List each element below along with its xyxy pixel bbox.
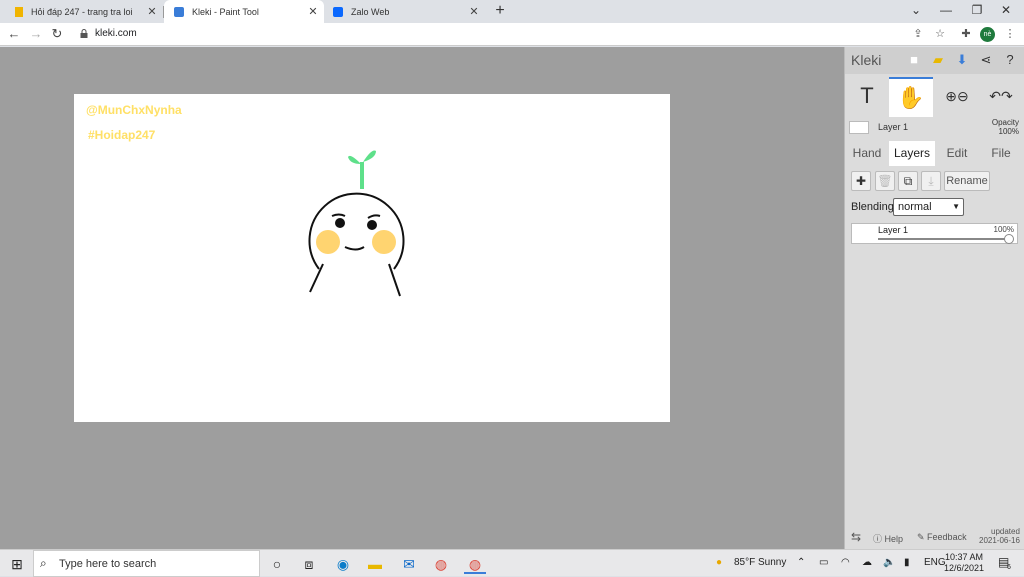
tray-chevron-icon[interactable]: ⌃: [797, 557, 805, 568]
tab-title: Zalo Web: [351, 6, 390, 17]
taskbar-search[interactable]: ⌕ Type here to search: [33, 550, 260, 577]
blending-label: Blending: [851, 201, 894, 213]
canvas-text-username: @MunChxNynha: [86, 103, 182, 117]
tab-hoidap[interactable]: Hỏi đáp 247 - trang tra loi ✕: [0, 0, 164, 23]
tab-title: Hỏi đáp 247 - trang tra loi: [31, 6, 133, 17]
bookmark-star-icon[interactable]: ☆: [932, 27, 948, 40]
file-explorer-icon[interactable]: ▬: [364, 554, 386, 574]
kleki-logo: Kleki: [851, 52, 882, 68]
clock[interactable]: 10:37 AM 12/6/2021: [944, 552, 984, 574]
network-icon[interactable]: ▭: [819, 557, 828, 568]
search-placeholder: Type here to search: [59, 558, 157, 570]
menu-icon[interactable]: ⋮: [1002, 27, 1018, 40]
undo-redo-icon[interactable]: ↶↷: [981, 77, 1021, 117]
extensions-icon[interactable]: ✚: [958, 27, 974, 40]
tool-row: T ✋ ⊕⊖ ↶↷: [845, 77, 1024, 117]
windows-start-icon[interactable]: ⊞: [6, 554, 28, 574]
lock-icon: [80, 29, 88, 38]
current-layer-name: Layer 1: [878, 122, 909, 132]
delete-layer-icon[interactable]: 🗑: [875, 171, 895, 191]
language-indicator[interactable]: ENG: [924, 557, 946, 568]
back-icon[interactable]: ←: [6, 26, 22, 41]
profile-avatar[interactable]: nè: [980, 27, 995, 42]
current-layer-row: Layer 1 Opacity 100%: [845, 118, 1024, 140]
layer-thumbnail: [849, 121, 869, 134]
canvas-text-hashtag: #Hoidap247: [88, 128, 156, 142]
share-icon[interactable]: ⋖: [979, 52, 993, 68]
canvas-workspace[interactable]: @MunChxNynha #Hoidap247: [0, 47, 844, 549]
feedback-button[interactable]: ✎ Feedback: [917, 532, 967, 543]
tab-layers[interactable]: Layers: [889, 141, 935, 166]
tab-edit[interactable]: Edit: [935, 141, 979, 166]
wifi-icon[interactable]: ◠: [841, 557, 850, 568]
tab-title: Kleki - Paint Tool: [192, 6, 259, 17]
url-field[interactable]: kleki.com: [95, 28, 137, 39]
minimize-icon[interactable]: —: [936, 3, 956, 17]
tab-zalo[interactable]: Zalo Web ✕: [325, 0, 485, 23]
volume-icon[interactable]: 🔈: [883, 557, 895, 568]
kleki-favicon-icon: [174, 6, 184, 17]
task-view-icon[interactable]: ⧈: [298, 554, 320, 574]
windows-taskbar: ⊞ ⌕ Type here to search ○ ⧈ ◉ ▬ ✉ ◍ ◍ ● …: [0, 549, 1024, 577]
add-layer-icon[interactable]: ✚: [851, 171, 871, 191]
hand-tool-icon[interactable]: ✋: [889, 77, 933, 117]
layer-item-name: Layer 1: [878, 225, 909, 235]
weather-icon: ●: [716, 557, 723, 568]
close-window-icon[interactable]: ✕: [996, 3, 1016, 17]
mail-icon[interactable]: ✉: [398, 554, 420, 574]
swap-side-icon[interactable]: ⇆: [851, 530, 861, 544]
close-tab-icon[interactable]: ✕: [145, 5, 159, 18]
help-icon[interactable]: ?: [1003, 52, 1017, 68]
chevron-down-icon: ▼: [952, 202, 960, 211]
zalo-favicon-icon: [333, 6, 343, 17]
tab-hand[interactable]: Hand: [845, 141, 889, 166]
browser-tab-bar: Hỏi đáp 247 - trang tra loi ✕ Kleki - Pa…: [0, 0, 1024, 23]
edge-icon[interactable]: ◉: [332, 554, 354, 574]
text-tool-icon[interactable]: T: [845, 77, 889, 117]
forward-icon[interactable]: →: [28, 26, 44, 41]
tab-kleki[interactable]: Kleki - Paint Tool ✕: [164, 0, 324, 23]
sprout-character-drawing: [308, 150, 405, 297]
zoom-controls[interactable]: ⊕⊖: [937, 77, 977, 117]
layer-item-opacity: 100%: [993, 225, 1014, 234]
merge-layer-icon[interactable]: ⤓: [921, 171, 941, 191]
tab-search-icon[interactable]: ⌄: [906, 3, 926, 17]
notification-count: 6: [1007, 564, 1011, 571]
cortana-icon[interactable]: ○: [266, 554, 288, 574]
new-tab-button[interactable]: +: [492, 2, 508, 20]
help-button[interactable]: ⓘ Help: [873, 532, 903, 545]
battery-icon[interactable]: ▮: [904, 557, 910, 568]
close-tab-icon[interactable]: ✕: [467, 5, 481, 18]
weather-text[interactable]: 85°F Sunny: [734, 557, 786, 568]
address-bar: ← → ↻ kleki.com ⇪ ☆ ✚ ⋮: [0, 23, 1024, 46]
drawing-canvas[interactable]: @MunChxNynha #Hoidap247: [74, 94, 670, 422]
opacity-readout: Opacity 100%: [991, 118, 1019, 136]
cloud-icon[interactable]: ☁: [862, 557, 872, 568]
new-image-icon[interactable]: ■: [907, 52, 921, 68]
rename-button[interactable]: Rename: [944, 171, 990, 191]
restore-icon[interactable]: ❐: [967, 3, 987, 17]
panel-tabs: Hand Layers Edit File: [845, 141, 1024, 166]
close-tab-icon[interactable]: ✕: [306, 5, 320, 18]
layer-list-item[interactable]: Layer 1 100%: [851, 223, 1018, 244]
kleki-side-panel: Kleki ■ ▰ ⬇ ⋖ ? T ✋ ⊕⊖ ↶↷ Layer 1 Opacit…: [844, 47, 1024, 549]
duplicate-layer-icon[interactable]: ⧉: [898, 171, 918, 191]
updated-info: updated 2021-06-16: [979, 527, 1020, 545]
blending-select[interactable]: normal ▼: [893, 198, 964, 216]
layer-opacity-track: [878, 238, 1008, 240]
search-icon: ⌕: [40, 556, 47, 570]
chrome-active-icon[interactable]: ◍: [464, 554, 486, 574]
hoidap-favicon-icon: [15, 6, 23, 17]
kleki-toolbar: Kleki ■ ▰ ⬇ ⋖ ?: [845, 47, 1024, 74]
share-icon[interactable]: ⇪: [910, 27, 926, 40]
panel-footer: ⇆ ⓘ Help ✎ Feedback updated 2021-06-16: [845, 525, 1024, 549]
open-folder-icon[interactable]: ▰: [931, 52, 945, 68]
tab-file[interactable]: File: [981, 141, 1021, 166]
layer-opacity-slider[interactable]: [1004, 234, 1014, 244]
chrome-icon[interactable]: ◍: [430, 554, 452, 574]
download-icon[interactable]: ⬇: [955, 52, 969, 68]
reload-icon[interactable]: ↻: [49, 26, 65, 42]
